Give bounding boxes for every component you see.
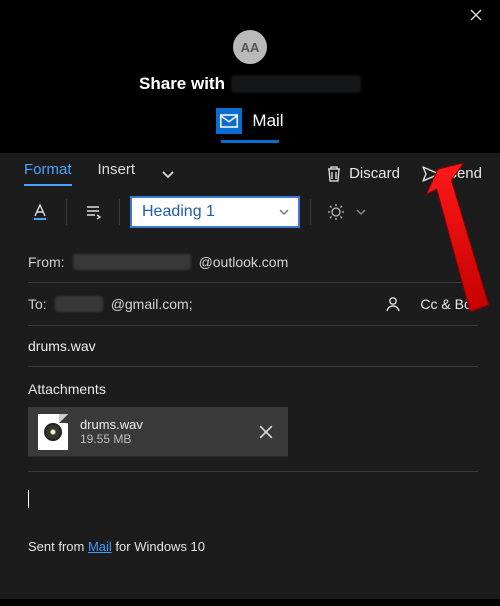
close-icon xyxy=(470,9,482,21)
avatar-initials: AA xyxy=(241,40,260,55)
send-label: Send xyxy=(447,165,482,182)
paragraph-button[interactable] xyxy=(77,196,109,228)
share-title: Share with xyxy=(0,74,500,94)
share-label: Share with xyxy=(139,74,225,94)
send-icon xyxy=(422,166,440,182)
audio-disc-icon xyxy=(44,423,62,441)
app-name: Mail xyxy=(252,111,283,131)
chevron-down-icon xyxy=(161,167,175,181)
titlebar xyxy=(0,0,500,30)
text-cursor xyxy=(28,490,29,508)
tab-insert[interactable]: Insert xyxy=(98,161,136,186)
person-icon[interactable] xyxy=(384,295,402,313)
from-domain: @outlook.com xyxy=(199,254,289,270)
close-icon xyxy=(259,425,273,439)
tabs-more[interactable] xyxy=(161,167,175,181)
app-badge[interactable]: Mail xyxy=(0,108,500,134)
ribbon-primary: Format Insert Discard Send xyxy=(0,153,500,188)
to-label: To: xyxy=(28,296,47,312)
signature-link[interactable]: Mail xyxy=(88,539,112,554)
attachments-area: drums.wav 19.55 MB xyxy=(28,407,478,472)
header-fields: From: @outlook.com To: @gmail.com; Cc & … xyxy=(0,236,500,554)
divider xyxy=(66,199,67,225)
divider xyxy=(119,199,120,225)
from-user-redacted xyxy=(73,254,191,270)
send-button[interactable]: Send xyxy=(422,165,482,182)
remove-attachment-button[interactable] xyxy=(254,420,278,444)
message-body[interactable] xyxy=(28,472,478,513)
style-select-value: Heading 1 xyxy=(142,203,215,221)
subject-field[interactable]: drums.wav xyxy=(28,326,478,367)
share-mail-window: AA Share with Mail Format Insert Discard xyxy=(0,0,500,606)
attachment-chip[interactable]: drums.wav 19.55 MB xyxy=(28,407,288,457)
cc-bcc-button[interactable]: Cc & Bcc xyxy=(420,296,478,312)
mail-app-icon xyxy=(216,108,242,134)
style-select[interactable]: Heading 1 xyxy=(130,196,300,228)
font-color-button[interactable] xyxy=(24,196,56,228)
share-target-redacted xyxy=(231,75,361,93)
discard-label: Discard xyxy=(349,165,400,182)
file-meta: drums.wav 19.55 MB xyxy=(80,417,143,446)
file-name: drums.wav xyxy=(80,417,143,432)
chevron-down-icon xyxy=(278,206,290,218)
to-domain: @gmail.com; xyxy=(111,296,193,312)
brightness-button[interactable] xyxy=(321,196,373,228)
close-button[interactable] xyxy=(462,1,490,29)
app-underline xyxy=(221,140,279,143)
tab-format[interactable]: Format xyxy=(24,161,72,186)
brightness-icon xyxy=(327,203,345,221)
file-size: 19.55 MB xyxy=(80,432,143,446)
composer-pane: Format Insert Discard Send xyxy=(0,153,500,599)
ribbon-format-tools: Heading 1 xyxy=(0,188,500,236)
paragraph-icon xyxy=(83,202,103,222)
to-user-redacted xyxy=(55,296,103,312)
font-color-icon xyxy=(30,202,50,222)
divider xyxy=(310,199,311,225)
from-label: From: xyxy=(28,254,65,270)
trash-icon xyxy=(326,165,342,183)
file-thumb-icon xyxy=(38,414,68,450)
signature-suffix: for Windows 10 xyxy=(112,539,205,554)
discard-button[interactable]: Discard xyxy=(326,165,400,183)
signature-prefix: Sent from xyxy=(28,539,88,554)
avatar: AA xyxy=(233,30,267,64)
from-row: From: @outlook.com xyxy=(28,242,478,283)
attachments-label: Attachments xyxy=(28,367,478,407)
signature: Sent from Mail for Windows 10 xyxy=(28,513,478,554)
ribbon-actions: Discard Send xyxy=(326,165,482,183)
chevron-down-icon xyxy=(355,206,367,218)
to-row[interactable]: To: @gmail.com; Cc & Bcc xyxy=(28,283,478,326)
ribbon-tabs: Format Insert xyxy=(24,161,175,186)
